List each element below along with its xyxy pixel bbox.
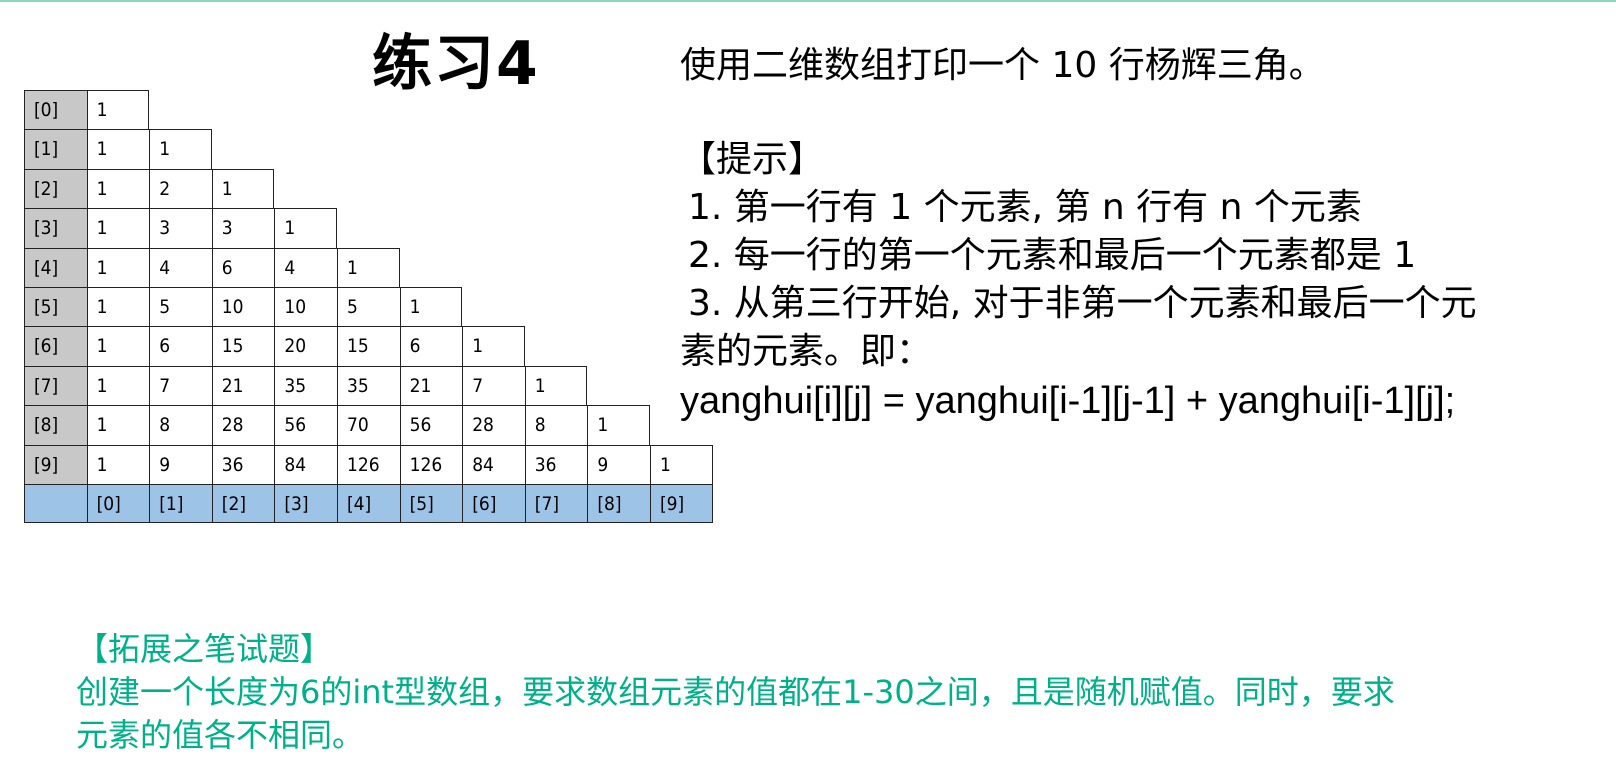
triangle-value-cell: 8 (149, 405, 213, 446)
triangle-value-cell: 1 (337, 247, 400, 288)
hint-item-3: 3. 从第三行开始, 对于非第一个元素和最后一个元 (688, 283, 1477, 324)
hint-item-1: 1. 第一行有 1 个元素, 第 n 行有 n 个元素 (688, 187, 1362, 228)
top-accent-line (0, 0, 1616, 2)
hint-item-2: 2. 每一行的第一个元素和最后一个元素都是 1 (688, 235, 1417, 276)
column-index-label: [4] (337, 484, 401, 524)
row-index-label: [0] (24, 90, 88, 131)
row-index-label: [2] (24, 168, 88, 210)
recurrence-formula: yanghui[i][j] = yanghui[i-1][j-1] + yang… (680, 380, 1456, 422)
triangle-value-cell: 1 (86, 365, 151, 407)
column-header-corner (24, 484, 88, 524)
column-index-label: [5] (399, 484, 464, 524)
triangle-value-cell: 1 (86, 326, 151, 367)
triangle-value-cell: 1 (86, 247, 151, 288)
slide-title: 练习4 (372, 29, 540, 99)
triangle-value-cell: 126 (337, 444, 401, 485)
triangle-value-cell: 1 (86, 405, 151, 446)
column-index-label: [1] (149, 484, 213, 524)
triangle-value-cell: 1 (524, 365, 588, 407)
hint-item-3-continued: 素的元素。即： (680, 331, 933, 372)
triangle-value-cell: 1 (211, 168, 275, 210)
triangle-value-cell: 35 (274, 365, 338, 407)
triangle-value-cell: 6 (149, 326, 213, 367)
triangle-value-cell: 1 (86, 168, 151, 210)
triangle-value-cell: 4 (149, 247, 213, 288)
triangle-value-cell: 84 (274, 444, 338, 485)
triangle-value-cell: 1 (399, 287, 463, 328)
triangle-value-cell: 36 (211, 444, 276, 485)
column-index-label: [3] (274, 484, 338, 524)
column-index-label: [9] (650, 484, 713, 524)
triangle-value-cell: 9 (149, 444, 213, 485)
row-index-label: [5] (24, 287, 88, 328)
triangle-value-cell: 7 (149, 365, 213, 407)
triangle-value-cell: 1 (274, 208, 337, 249)
triangle-value-cell: 84 (462, 444, 526, 485)
task-description: 使用二维数组打印一个 10 行杨辉三角。 (680, 45, 1325, 86)
row-index-label: [9] (24, 444, 88, 485)
column-index-label: [8] (587, 484, 651, 524)
triangle-value-cell: 56 (399, 405, 464, 446)
triangle-value-cell: 1 (86, 90, 150, 131)
row-index-label: [1] (24, 129, 88, 170)
triangle-value-cell: 1 (462, 326, 525, 367)
triangle-value-cell: 9 (587, 444, 651, 485)
extension-line-1: 创建一个长度为6的int型数组，要求数组元素的值都在1-30之间，且是随机赋值。… (76, 673, 1395, 711)
triangle-value-cell: 20 (274, 326, 338, 367)
triangle-value-cell: 1 (650, 444, 713, 485)
triangle-value-cell: 35 (337, 365, 401, 407)
triangle-value-cell: 1 (86, 444, 151, 485)
triangle-value-cell: 70 (337, 405, 401, 446)
triangle-value-cell: 1 (86, 208, 151, 249)
triangle-value-cell: 1 (587, 405, 650, 446)
row-index-label: [7] (24, 365, 88, 407)
hint-section: 【提示】 1. 第一行有 1 个元素, 第 n 行有 n 个元素 2. 每一行的… (680, 136, 1580, 376)
column-index-label: [0] (86, 484, 151, 524)
triangle-value-cell: 3 (149, 208, 213, 249)
triangle-value-cell: 21 (399, 365, 464, 407)
row-index-label: [4] (24, 247, 88, 288)
triangle-value-cell: 10 (211, 287, 276, 328)
triangle-value-cell: 1 (86, 129, 151, 170)
triangle-value-cell: 6 (399, 326, 464, 367)
triangle-value-cell: 56 (274, 405, 338, 446)
triangle-value-cell: 8 (524, 405, 589, 446)
triangle-value-cell: 28 (462, 405, 526, 446)
triangle-value-cell: 7 (462, 365, 526, 407)
triangle-value-cell: 10 (274, 287, 338, 328)
triangle-value-cell: 3 (211, 208, 276, 249)
row-index-label: [8] (24, 405, 88, 446)
hint-header: 【提示】 (680, 139, 825, 180)
triangle-value-cell: 1 (149, 129, 212, 170)
extension-section: 【拓展之笔试题】 创建一个长度为6的int型数组，要求数组元素的值都在1-30之… (76, 628, 1546, 757)
triangle-value-cell: 2 (149, 168, 213, 210)
triangle-value-cell: 6 (211, 247, 276, 288)
column-index-label: [7] (524, 484, 589, 524)
row-index-label: [3] (24, 208, 88, 249)
triangle-value-cell: 28 (211, 405, 276, 446)
triangle-value-cell: 5 (337, 287, 401, 328)
column-index-label: [2] (211, 484, 276, 524)
triangle-value-cell: 126 (399, 444, 464, 485)
triangle-value-cell: 4 (274, 247, 338, 288)
triangle-value-cell: 36 (524, 444, 589, 485)
extension-line-2: 元素的值各不相同。 (76, 716, 365, 754)
triangle-value-cell: 15 (211, 326, 276, 367)
column-index-label: [6] (462, 484, 526, 524)
triangle-value-cell: 1 (86, 287, 151, 328)
extension-header: 【拓展之笔试题】 (76, 630, 333, 668)
triangle-value-cell: 21 (211, 365, 276, 407)
triangle-value-cell: 15 (337, 326, 401, 367)
row-index-label: [6] (24, 326, 88, 367)
triangle-value-cell: 5 (149, 287, 213, 328)
